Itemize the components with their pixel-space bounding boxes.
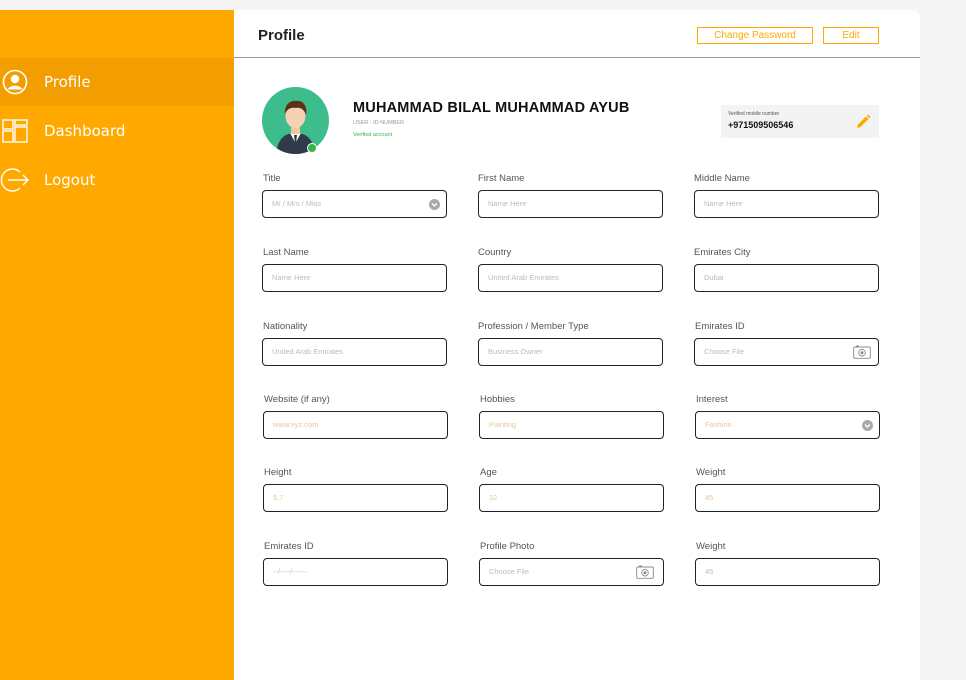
title-select[interactable]: Mr / Mrs / Miss: [262, 190, 447, 218]
emirates-id-date-field[interactable]: --/----/------: [263, 558, 448, 586]
middle-name-placeholder: Name Here: [704, 199, 743, 208]
height-field[interactable]: 5.7: [263, 484, 448, 512]
last-name-label: Last Name: [263, 247, 309, 258]
sidebar-item-profile[interactable]: Profile: [0, 58, 234, 106]
first-name-field[interactable]: Name Here: [478, 190, 663, 218]
first-name-label: First Name: [478, 173, 525, 184]
emirates-city-placeholder: Dubai: [704, 273, 724, 282]
age-field[interactable]: 32: [479, 484, 664, 512]
avatar: [262, 87, 329, 154]
hobbies-label: Hobbies: [480, 394, 515, 405]
country-field[interactable]: United Arab Emirates: [478, 264, 663, 292]
title-placeholder: Mr / Mrs / Miss: [272, 199, 322, 208]
age-label: Age: [480, 467, 497, 478]
website-label: Website (if any): [264, 394, 330, 405]
weight-placeholder: 45: [705, 493, 714, 502]
mobile-number-label: Verified mobile number: [728, 111, 780, 117]
dashboard-grid-icon: [0, 116, 30, 146]
hobbies-field[interactable]: Painting: [479, 411, 664, 439]
emirates-id-2-placeholder: --/----/------: [273, 567, 308, 576]
mobile-number-value: +971509506546: [728, 120, 794, 130]
sidebar-item-dashboard[interactable]: Dashboard: [0, 107, 234, 155]
emirates-id-file-input[interactable]: Choose File: [694, 338, 879, 366]
sidebar: Profile Dashboard Logout: [0, 10, 234, 680]
camera-icon[interactable]: [636, 565, 654, 579]
nationality-field[interactable]: United Arab Emirates: [262, 338, 447, 366]
page-header: Profile Change Password Edit: [234, 10, 920, 58]
nationality-placeholder: United Arab Emirates: [272, 347, 343, 356]
country-placeholder: United Arab Emirates: [488, 273, 559, 282]
country-label: Country: [478, 247, 512, 258]
chevron-down-icon: [427, 197, 441, 211]
middle-name-field[interactable]: Name Here: [694, 190, 879, 218]
user-circle-icon: [0, 67, 30, 97]
last-name-field[interactable]: Name Here: [262, 264, 447, 292]
chevron-down-icon: [860, 418, 874, 432]
profile-photo-label: Profile Photo: [480, 541, 535, 552]
emirates-id-2-label: Emirates ID: [264, 541, 314, 552]
interest-select[interactable]: Fashion: [695, 411, 880, 439]
profession-field[interactable]: Business Owner: [478, 338, 663, 366]
pencil-icon[interactable]: [855, 114, 871, 130]
profession-placeholder: Business Owner: [488, 347, 543, 356]
sidebar-item-label: Dashboard: [44, 122, 126, 140]
verified-account-label: Verified account: [353, 132, 393, 138]
website-placeholder: www.xyz.com: [273, 420, 319, 429]
interest-label: Interest: [696, 394, 728, 405]
main-panel: Profile Change Password Edit MUHAMMAD BI…: [234, 10, 920, 680]
last-name-placeholder: Name Here: [272, 273, 311, 282]
user-name: MUHAMMAD BILAL MUHAMMAD AYUB: [353, 100, 630, 116]
height-label: Height: [264, 467, 292, 478]
hobbies-placeholder: Painting: [489, 420, 517, 429]
sidebar-item-label: Logout: [44, 171, 96, 189]
title-label: Title: [263, 173, 281, 184]
weight-field[interactable]: 45: [695, 484, 880, 512]
weight-label: Weight: [696, 467, 726, 478]
change-password-button[interactable]: Change Password: [697, 27, 813, 44]
middle-name-label: Middle Name: [694, 173, 750, 184]
emirates-id-placeholder: Choose File: [704, 347, 745, 356]
profession-label: Profession / Member Type: [478, 321, 589, 332]
weight-2-label: Weight: [696, 541, 726, 552]
website-field[interactable]: www.xyz.com: [263, 411, 448, 439]
weight-2-field[interactable]: 45: [695, 558, 880, 586]
edit-button[interactable]: Edit: [823, 27, 879, 44]
user-id-label: USER - ID NUMBER: [353, 120, 405, 126]
logout-icon: [0, 165, 30, 195]
verified-status-dot: [307, 143, 317, 153]
sidebar-item-label: Profile: [44, 73, 91, 91]
nationality-label: Nationality: [263, 321, 308, 332]
page-title: Profile: [258, 27, 305, 44]
first-name-placeholder: Name Here: [488, 199, 527, 208]
sidebar-item-logout[interactable]: Logout: [0, 156, 234, 204]
emirates-city-label: Emirates City: [694, 247, 751, 258]
age-placeholder: 32: [489, 493, 498, 502]
weight-2-placeholder: 45: [705, 567, 714, 576]
interest-placeholder: Fashion: [705, 420, 732, 429]
profile-photo-placeholder: Choose File: [489, 567, 530, 576]
profile-photo-file-input[interactable]: Choose File: [479, 558, 664, 586]
camera-icon[interactable]: [853, 345, 871, 359]
mobile-number-card: Verified mobile number +971509506546: [721, 105, 879, 138]
emirates-id-label: Emirates ID: [695, 321, 745, 332]
height-placeholder: 5.7: [273, 493, 284, 502]
emirates-city-field[interactable]: Dubai: [694, 264, 879, 292]
